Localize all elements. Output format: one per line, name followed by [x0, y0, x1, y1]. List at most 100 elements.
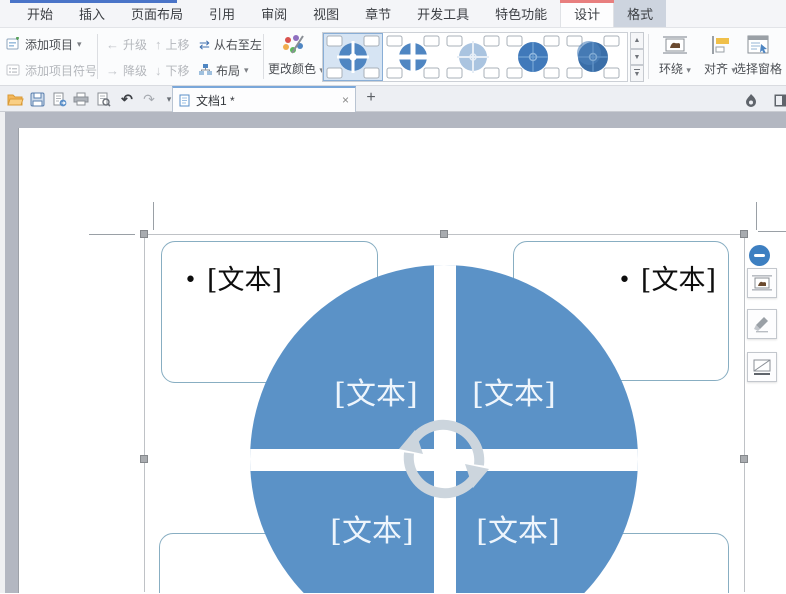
- add-bullet-icon: [6, 64, 20, 76]
- tab-review[interactable]: 审阅: [248, 0, 300, 27]
- gallery-more-button[interactable]: ▼: [630, 65, 644, 83]
- promote-button[interactable]: ← 升级: [106, 33, 147, 55]
- gallery-scroll-down-button[interactable]: ▼: [630, 48, 644, 66]
- margin-mark-top-left-vertical: [153, 202, 154, 230]
- selection-handle-top-left[interactable]: [140, 230, 148, 238]
- smartart-style-thumbnail-4[interactable]: [503, 33, 563, 81]
- color-palette-icon: [283, 35, 304, 54]
- undo-button[interactable]: ↶: [118, 90, 136, 108]
- selection-handle-top-center[interactable]: [440, 230, 448, 238]
- right-to-left-label: 从右至左: [213, 37, 262, 52]
- contrast-float-button[interactable]: [747, 352, 777, 382]
- smartart-style-thumbnail-2[interactable]: [383, 33, 443, 81]
- tab-home[interactable]: 开始: [14, 0, 66, 27]
- tab-references[interactable]: 引用: [196, 0, 248, 27]
- wrap-text-float-button[interactable]: [747, 268, 777, 298]
- margin-mark-top-right-horizontal: [758, 231, 786, 232]
- tab-view[interactable]: 视图: [300, 0, 352, 27]
- tab-section[interactable]: 章节: [352, 0, 404, 27]
- tab-design-active[interactable]: 设计: [560, 0, 615, 27]
- text-placeholder: [文本]: [206, 265, 283, 296]
- new-tab-button[interactable]: +: [362, 89, 380, 107]
- demote-label: 降级: [123, 63, 148, 78]
- cycle-arrows-icon: [399, 419, 489, 499]
- tab-format[interactable]: 格式: [614, 0, 667, 27]
- margin-mark-top-left-horizontal: [89, 234, 135, 235]
- selection-handle-top-right[interactable]: [740, 230, 748, 238]
- layout-options-float-button[interactable]: [749, 245, 770, 266]
- wrap-button[interactable]: 环绕 ▾: [654, 32, 696, 77]
- quickbar-right-icon-2[interactable]: [772, 91, 786, 109]
- document-icon: [179, 94, 190, 106]
- selection-handle-mid-right[interactable]: [740, 455, 748, 463]
- printer-icon: [73, 92, 89, 106]
- redo-icon: ↷: [143, 90, 155, 107]
- add-bullet-button[interactable]: 添加项目符号: [6, 59, 97, 81]
- style-brush-float-button[interactable]: [747, 309, 777, 339]
- tab-special-features[interactable]: 特色功能: [482, 0, 560, 27]
- open-file-button[interactable]: [6, 90, 24, 108]
- wps-writer-window: 开始 插入 页面布局 引用 审阅 视图 章节 开发工具 特色功能 设计 格式 添…: [0, 0, 786, 594]
- smartart-style-thumbnail-3[interactable]: [443, 33, 503, 81]
- right-to-left-button[interactable]: ⇄ 从右至左: [199, 33, 262, 55]
- canvas-left-gutter: [0, 112, 5, 593]
- ribbon: 添加项目 ▾ 添加项目符号 ← 升级 ↑ 上移 ⇄ 从右至左 → 降级 ↓ 下移 布局 ▾: [0, 28, 786, 86]
- bullet-text[interactable]: • [文本]: [184, 258, 282, 297]
- text-placeholder: [文本]: [640, 265, 716, 296]
- style-3-icon: [446, 35, 500, 79]
- paint-brush-icon: [754, 317, 768, 333]
- smartart-style-thumbnail-5[interactable]: [563, 33, 623, 81]
- selection-frame-left: [144, 234, 145, 592]
- quickbar-right-icon-1[interactable]: [742, 91, 760, 109]
- bullet-text[interactable]: • [文本]: [618, 258, 716, 297]
- margin-mark-top-right-vertical: [756, 202, 757, 230]
- ribbon-separator: [648, 34, 649, 79]
- move-down-button[interactable]: ↓ 下移: [155, 59, 190, 81]
- plus-icon: +: [366, 89, 376, 106]
- selection-frame-right: [744, 234, 745, 592]
- minus-icon: [754, 254, 765, 257]
- export-button[interactable]: [50, 90, 68, 108]
- promote-label: 升级: [123, 37, 148, 52]
- align-label: 对齐: [704, 62, 729, 76]
- add-item-button[interactable]: 添加项目 ▾: [6, 33, 82, 55]
- gallery-more-icon: ▼: [633, 69, 641, 79]
- print-preview-button[interactable]: [94, 90, 112, 108]
- selection-handle-mid-left[interactable]: [140, 455, 148, 463]
- document-tab-title: 文档1 *: [196, 93, 235, 108]
- gallery-scroll-up-button[interactable]: ▲: [630, 32, 644, 49]
- tab-page-layout[interactable]: 页面布局: [118, 0, 196, 27]
- close-tab-button[interactable]: ×: [342, 93, 349, 107]
- bullet-glyph: •: [617, 268, 631, 293]
- save-floppy-icon: [30, 92, 44, 106]
- text-wrap-icon: [663, 36, 687, 54]
- smartart-style-thumbnail-1[interactable]: [323, 33, 383, 81]
- document-tab[interactable]: 文档1 * ×: [172, 86, 356, 112]
- tab-developer[interactable]: 开发工具: [404, 0, 482, 27]
- move-up-button[interactable]: ↑ 上移: [155, 33, 190, 55]
- add-item-label: 添加项目: [25, 37, 74, 52]
- change-colors-button[interactable]: 更改颜色 ▾: [268, 32, 324, 77]
- tab-insert[interactable]: 插入: [66, 0, 118, 27]
- print-button[interactable]: [72, 90, 90, 108]
- wrap-label: 环绕: [659, 62, 684, 76]
- gallery-scroll: ▲ ▼ ▼: [630, 32, 644, 83]
- arrow-right-icon: →: [106, 62, 119, 78]
- document-page[interactable]: • [文本] • [文本] [文本] [文本] [文本] [文本]: [18, 128, 786, 593]
- arrow-down-icon: ↓: [155, 62, 162, 78]
- change-colors-label: 更改颜色: [268, 62, 317, 76]
- style-4-icon: [506, 35, 560, 79]
- scroll-up-icon: ▲: [633, 36, 641, 44]
- chevron-down-icon: ▾: [244, 64, 249, 75]
- ribbon-separator: [97, 34, 98, 79]
- selection-pane-icon: [747, 35, 769, 54]
- document-canvas-area: • [文本] • [文本] [文本] [文本] [文本] [文本]: [0, 112, 786, 593]
- demote-button[interactable]: → 降级: [106, 59, 147, 81]
- layout-button[interactable]: 布局 ▾: [199, 59, 249, 81]
- panel-toggle-icon: [774, 94, 786, 106]
- org-chart-icon: [199, 64, 212, 75]
- menu-tab-bar: 开始 插入 页面布局 引用 审阅 视图 章节 开发工具 特色功能 设计 格式: [0, 0, 786, 28]
- selection-pane-button[interactable]: 选择窗格: [732, 32, 784, 77]
- redo-button[interactable]: ↷: [140, 90, 158, 108]
- save-button[interactable]: [28, 90, 46, 108]
